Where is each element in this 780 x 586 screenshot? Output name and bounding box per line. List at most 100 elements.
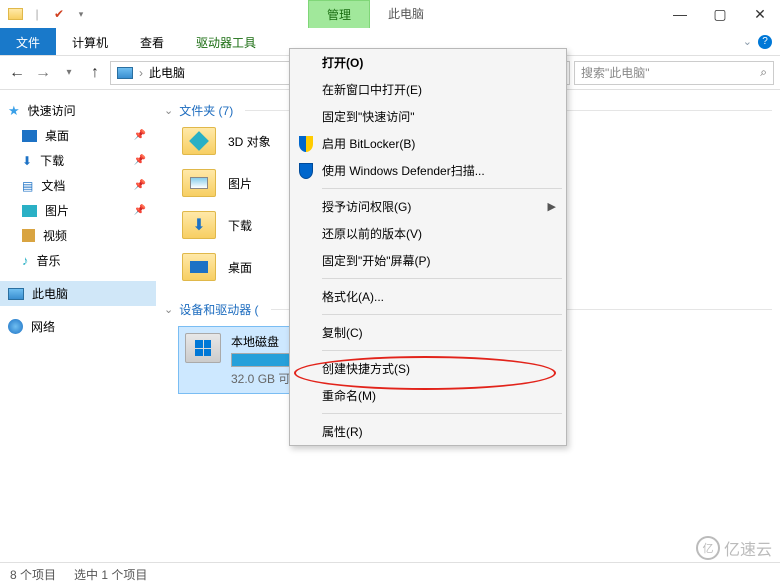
sidebar: ★ 快速访问 桌面 📌 ⬇ 下载 📌 ▤ 文档 📌 图片 📌 视频 ♪ <box>0 90 156 556</box>
window-title: 此电脑 <box>370 0 442 28</box>
status-item-count: 8 个项目 <box>10 566 56 583</box>
ctx-pin-start[interactable]: 固定到"开始"屏幕(P) <box>290 247 566 274</box>
up-button[interactable]: ↑ <box>84 62 106 84</box>
ribbon-computer[interactable]: 计算机 <box>56 28 124 55</box>
document-icon: ▤ <box>22 179 33 193</box>
qat-dropdown-icon[interactable]: ▾ <box>72 5 90 23</box>
defender-shield-icon <box>298 163 314 179</box>
sidebar-music[interactable]: ♪ 音乐 <box>0 248 156 273</box>
sidebar-label: 桌面 <box>45 127 69 144</box>
search-placeholder: 搜索"此电脑" <box>581 64 650 81</box>
ctx-open-new-window[interactable]: 在新窗口中打开(E) <box>290 76 566 103</box>
desktop-icon <box>22 130 37 142</box>
sidebar-label: 下载 <box>40 152 64 169</box>
ctx-format[interactable]: 格式化(A)... <box>290 283 566 310</box>
pin-icon: 📌 <box>134 180 146 191</box>
pin-icon: 📌 <box>134 205 146 216</box>
ctx-defender[interactable]: 使用 Windows Defender扫描... <box>290 157 566 184</box>
qat-separator: | <box>28 5 46 23</box>
videos-icon <box>22 229 35 242</box>
sidebar-pictures[interactable]: 图片 📌 <box>0 198 156 223</box>
sidebar-label: 快速访问 <box>28 102 76 119</box>
pin-icon: 📌 <box>134 130 146 141</box>
sidebar-downloads[interactable]: ⬇ 下载 📌 <box>0 148 156 173</box>
tab-manage[interactable]: 管理 <box>308 0 370 28</box>
maximize-button[interactable]: ▢ <box>700 0 740 28</box>
group-label: 文件夹 (7) <box>179 102 233 119</box>
pin-icon: 📌 <box>134 155 146 166</box>
folder-label: 3D 对象 <box>228 133 271 150</box>
ribbon-right: ⌄ ? <box>743 28 780 55</box>
separator <box>322 413 562 414</box>
status-selected-count: 选中 1 个项目 <box>74 566 147 583</box>
separator <box>322 278 562 279</box>
search-icon[interactable]: ⌕ <box>760 65 767 80</box>
breadcrumb-location[interactable]: 此电脑 <box>149 64 185 81</box>
ribbon-file[interactable]: 文件 <box>0 28 56 55</box>
ctx-give-access[interactable]: 授予访问权限(G) ▶ <box>290 193 566 220</box>
ctx-rename[interactable]: 重命名(M) <box>290 382 566 409</box>
drive-progress-fill <box>232 354 294 366</box>
status-bar: 8 个项目 选中 1 个项目 <box>0 562 780 586</box>
app-icon <box>6 5 24 23</box>
folder-icon <box>182 127 216 155</box>
minimize-button[interactable]: — <box>660 0 700 28</box>
ctx-label: 使用 Windows Defender扫描... <box>322 162 485 179</box>
ctx-pin-quick-access[interactable]: 固定到"快速访问" <box>290 103 566 130</box>
ctx-open[interactable]: 打开(O) <box>290 49 566 76</box>
folder-icon <box>182 169 216 197</box>
help-icon[interactable]: ? <box>758 35 772 49</box>
ctx-restore-versions[interactable]: 还原以前的版本(V) <box>290 220 566 247</box>
watermark-text: 亿速云 <box>724 536 772 560</box>
checkmark-icon[interactable]: ✔ <box>50 5 68 23</box>
pc-icon <box>8 288 24 300</box>
separator <box>322 314 562 315</box>
title-tabs: 管理 此电脑 <box>308 0 442 28</box>
search-input[interactable]: 搜索"此电脑" ⌕ <box>574 61 774 85</box>
music-icon: ♪ <box>22 253 29 268</box>
chevron-down-icon[interactable]: ⌄ <box>743 35 752 48</box>
watermark: 亿 亿速云 <box>696 536 772 560</box>
sidebar-this-pc[interactable]: 此电脑 <box>0 281 156 306</box>
sidebar-label: 网络 <box>31 318 55 335</box>
pc-icon <box>117 67 133 79</box>
sidebar-quick-access[interactable]: ★ 快速访问 <box>0 98 156 123</box>
sidebar-label: 视频 <box>43 227 67 244</box>
sidebar-desktop[interactable]: 桌面 📌 <box>0 123 156 148</box>
folder-label: 桌面 <box>228 259 252 276</box>
ctx-properties[interactable]: 属性(R) <box>290 418 566 445</box>
ribbon-view[interactable]: 查看 <box>124 28 180 55</box>
close-button[interactable]: ✕ <box>740 0 780 28</box>
separator <box>322 350 562 351</box>
back-button[interactable]: ← <box>6 62 28 84</box>
ctx-label: 授予访问权限(G) <box>322 198 411 215</box>
sidebar-videos[interactable]: 视频 <box>0 223 156 248</box>
context-menu: 打开(O) 在新窗口中打开(E) 固定到"快速访问" 启用 BitLocker(… <box>289 48 567 446</box>
titlebar: | ✔ ▾ 管理 此电脑 — ▢ ✕ <box>0 0 780 28</box>
group-label: 设备和驱动器 ( <box>179 301 258 318</box>
chevron-down-icon: ⌄ <box>164 303 173 316</box>
windows-icon <box>195 340 211 356</box>
pictures-icon <box>22 205 37 217</box>
sidebar-label: 音乐 <box>37 252 61 269</box>
watermark-logo: 亿 <box>696 536 720 560</box>
folder-icon: ⬇ <box>182 211 216 239</box>
ctx-copy[interactable]: 复制(C) <box>290 319 566 346</box>
network-icon <box>8 319 23 334</box>
window-controls: — ▢ ✕ <box>660 0 780 28</box>
submenu-arrow-icon: ▶ <box>548 200 556 213</box>
chevron-down-icon: ⌄ <box>164 104 173 117</box>
sidebar-network[interactable]: 网络 <box>0 314 156 339</box>
folder-icon <box>182 253 216 281</box>
ctx-bitlocker[interactable]: 启用 BitLocker(B) <box>290 130 566 157</box>
ctx-create-shortcut[interactable]: 创建快捷方式(S) <box>290 355 566 382</box>
forward-button[interactable]: → <box>32 62 54 84</box>
ribbon-drive-tools[interactable]: 驱动器工具 <box>180 28 272 55</box>
quick-access-toolbar: | ✔ ▾ <box>0 5 90 23</box>
recent-dropdown-icon[interactable]: ▾ <box>58 62 80 84</box>
drive-icon <box>185 333 221 363</box>
separator <box>322 188 562 189</box>
sidebar-label: 图片 <box>45 202 69 219</box>
sidebar-documents[interactable]: ▤ 文档 📌 <box>0 173 156 198</box>
download-icon: ⬇ <box>22 154 32 168</box>
